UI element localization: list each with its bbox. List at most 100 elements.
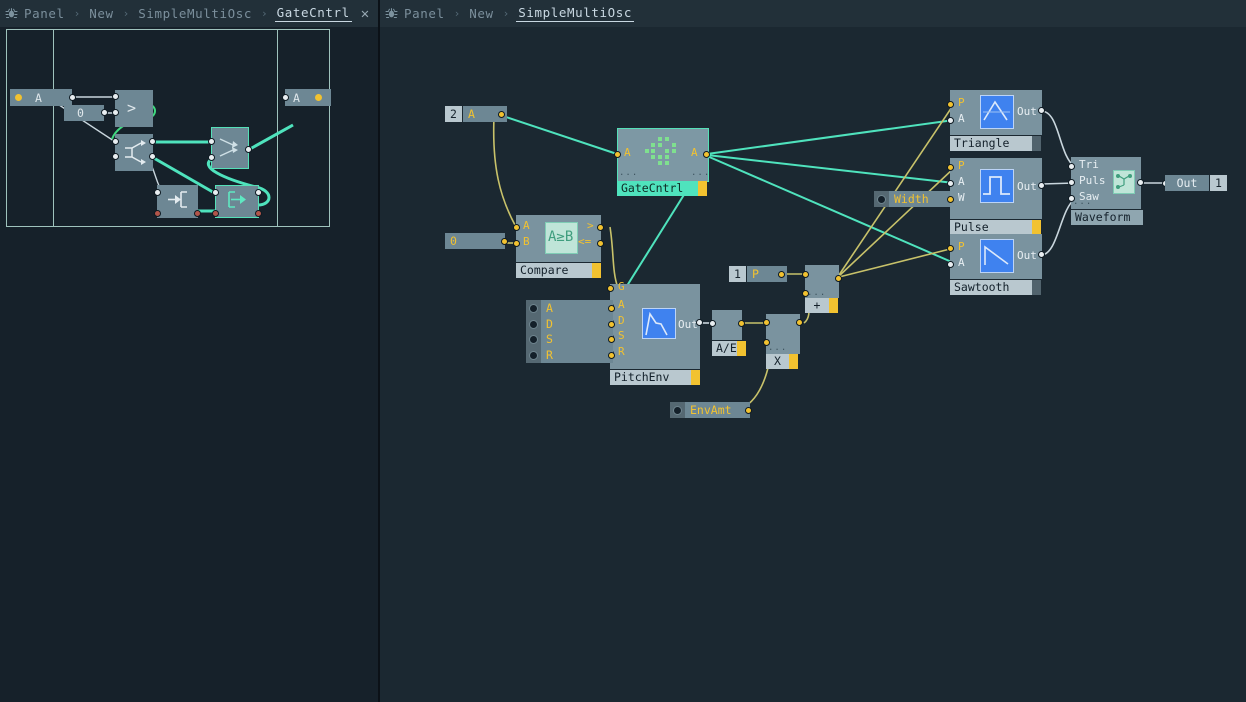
in-port-p[interactable] <box>947 101 954 108</box>
node-menu-button[interactable] <box>698 181 707 196</box>
in-port-tri[interactable] <box>1068 163 1075 170</box>
node-menu-button[interactable] <box>737 341 746 356</box>
out-port[interactable] <box>255 189 262 196</box>
out-port[interactable] <box>738 320 745 327</box>
in-port-1[interactable] <box>208 138 215 145</box>
in-port-a[interactable] <box>513 224 520 231</box>
in-port-1[interactable] <box>763 319 770 326</box>
in-port-2[interactable] <box>112 153 119 160</box>
in-port-1[interactable] <box>802 271 809 278</box>
in-port-puls-label: Puls <box>1079 174 1106 187</box>
out-port[interactable] <box>745 407 752 414</box>
in-port-a[interactable] <box>947 261 954 268</box>
in-port[interactable] <box>154 189 161 196</box>
in-port[interactable] <box>282 94 289 101</box>
in-port-a[interactable] <box>947 117 954 124</box>
knob-d[interactable] <box>526 316 541 332</box>
out-port[interactable] <box>608 336 615 343</box>
node-value[interactable]: EnvAmt <box>685 402 750 418</box>
node-value[interactable]: Width <box>889 191 954 207</box>
breadcrumb-item-simplemultiosc[interactable]: SimpleMultiOsc <box>136 6 254 21</box>
right-canvas[interactable]: 2 A A A ... ... GateCntrl 0 A B > <= A≥B… <box>380 27 1246 702</box>
node-title[interactable]: PitchEnv <box>610 370 691 385</box>
in-port-a[interactable] <box>947 180 954 187</box>
node-menu-button[interactable] <box>1032 220 1041 235</box>
out-port[interactable] <box>608 305 615 312</box>
breadcrumb-item-panel[interactable]: Panel <box>402 6 447 21</box>
in-port-p[interactable] <box>947 164 954 171</box>
knob-a[interactable] <box>526 300 541 316</box>
breadcrumb-item-new[interactable]: New <box>467 6 495 21</box>
out-port[interactable] <box>1137 179 1144 186</box>
out-port[interactable] <box>1038 251 1045 258</box>
event-out-port[interactable] <box>255 210 262 217</box>
node-menu-button[interactable] <box>592 263 601 278</box>
in-port-a[interactable] <box>614 151 621 158</box>
out-port[interactable] <box>835 275 842 282</box>
in-port-w[interactable] <box>947 196 954 203</box>
in-port-p[interactable] <box>947 245 954 252</box>
event-out-port[interactable] <box>194 210 201 217</box>
in-port-a[interactable] <box>112 93 119 100</box>
out-port[interactable] <box>69 94 76 101</box>
right-breadcrumb[interactable]: Panel › New › SimpleMultiOsc <box>402 0 1246 27</box>
out-port[interactable] <box>101 109 108 116</box>
in-port-puls[interactable] <box>1068 179 1075 186</box>
in-port[interactable] <box>212 189 219 196</box>
out-port[interactable] <box>245 146 252 153</box>
knob-r[interactable] <box>526 347 541 363</box>
out-port[interactable] <box>608 352 615 359</box>
in-port[interactable] <box>709 320 716 327</box>
out-port-1[interactable] <box>149 138 156 145</box>
out-port-le[interactable] <box>597 240 604 247</box>
breadcrumb-item-simplemultiosc[interactable]: SimpleMultiOsc <box>516 5 635 22</box>
node-title[interactable]: Compare <box>516 263 592 278</box>
node-menu-button[interactable] <box>1032 280 1041 295</box>
event-port[interactable] <box>154 210 161 217</box>
out-port[interactable] <box>696 319 703 326</box>
node-menu-button[interactable] <box>1032 136 1041 151</box>
out-port-2[interactable] <box>149 153 156 160</box>
event-in-port[interactable] <box>212 210 219 217</box>
in-port-g[interactable] <box>607 285 614 292</box>
node-title[interactable]: A/E <box>712 341 737 356</box>
close-icon[interactable]: ✕ <box>352 0 378 27</box>
breadcrumb-item-new[interactable]: New <box>87 6 115 21</box>
in-port-b[interactable] <box>112 109 119 116</box>
adsr-value-r[interactable]: R <box>541 347 613 363</box>
node-title[interactable]: GateCntrl <box>617 181 698 196</box>
left-breadcrumb[interactable]: Panel › New › SimpleMultiOsc › GateCntrl <box>22 0 352 27</box>
node-menu-button[interactable] <box>789 354 798 369</box>
adsr-value-d[interactable]: D <box>541 316 613 332</box>
in-port-b[interactable] <box>513 240 520 247</box>
node-title[interactable]: Triangle <box>950 136 1032 151</box>
breadcrumb-item-gatecntrl[interactable]: GateCntrl <box>274 5 352 22</box>
knob-s[interactable] <box>526 331 541 347</box>
node-menu-button[interactable] <box>691 370 700 385</box>
node-menu-button[interactable] <box>829 298 838 313</box>
out-port[interactable] <box>796 319 803 326</box>
out-port[interactable] <box>498 111 505 118</box>
knob-width[interactable] <box>874 191 889 207</box>
adsr-value-a[interactable]: A <box>541 300 613 316</box>
node-title[interactable]: Sawtooth <box>950 280 1032 295</box>
left-canvas[interactable]: A 0 > A <box>0 27 378 702</box>
out-port[interactable] <box>608 321 615 328</box>
knob-envamt[interactable] <box>670 402 685 418</box>
in-port-2[interactable] <box>208 154 215 161</box>
node-title[interactable]: X <box>766 354 789 369</box>
node-value[interactable]: 0 <box>445 233 505 249</box>
node-value[interactable]: Out <box>1165 175 1209 191</box>
adsr-value-s[interactable]: S <box>541 331 613 347</box>
out-port[interactable] <box>1038 107 1045 114</box>
out-port[interactable] <box>778 271 785 278</box>
out-port-a[interactable] <box>703 151 710 158</box>
out-port[interactable] <box>501 238 508 245</box>
breadcrumb-item-panel[interactable]: Panel <box>22 6 67 21</box>
out-port-gt[interactable] <box>597 224 604 231</box>
node-title[interactable]: Waveform <box>1071 210 1143 225</box>
node-title[interactable]: + <box>805 298 829 313</box>
in-port-1[interactable] <box>112 138 119 145</box>
out-port[interactable] <box>1038 182 1045 189</box>
node-title[interactable]: Pulse <box>950 220 1032 235</box>
